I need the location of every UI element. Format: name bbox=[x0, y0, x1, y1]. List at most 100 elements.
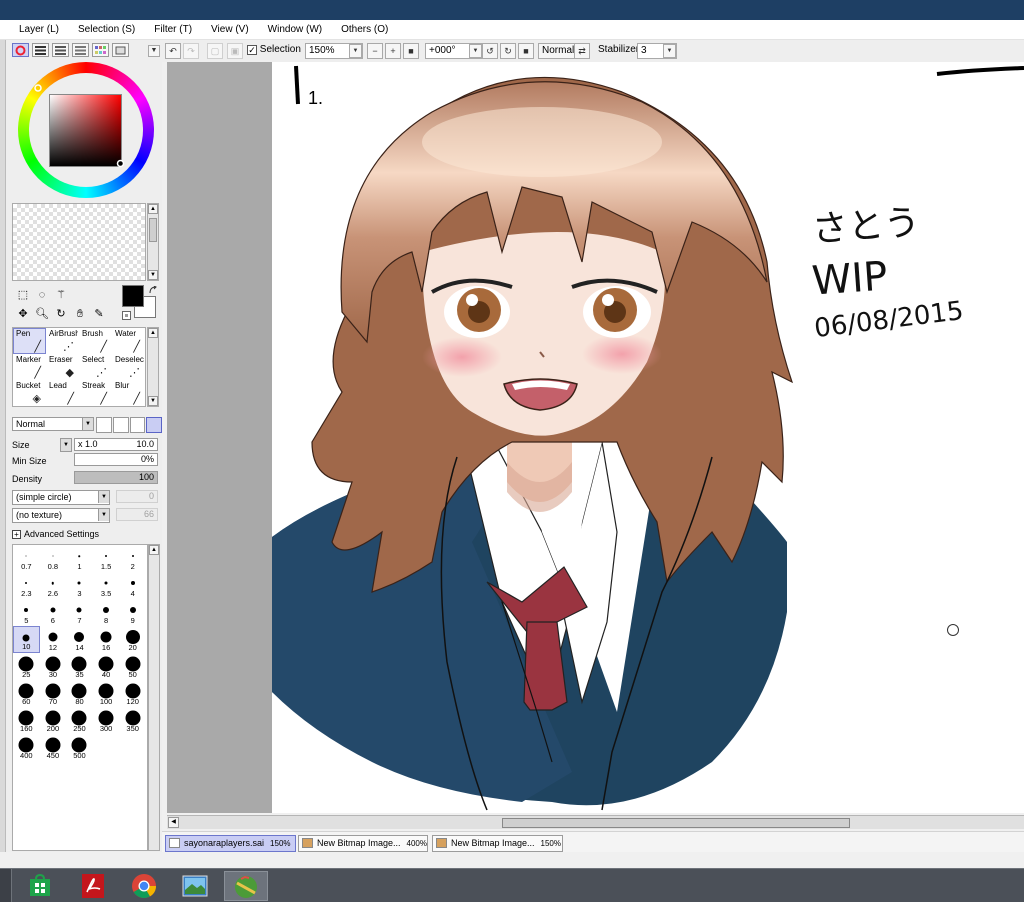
edge-shape-hard[interactable] bbox=[129, 417, 146, 433]
deselect-toolbar-icon[interactable]: ▢ bbox=[207, 43, 223, 59]
selection-toggle[interactable]: ✓ Selection bbox=[247, 43, 304, 59]
tool-airbrush[interactable]: AirBrush ⋰ bbox=[46, 328, 79, 354]
tool-streak[interactable]: Streak ╱ bbox=[79, 380, 112, 406]
brush-size-option[interactable]: 3 bbox=[66, 572, 93, 599]
edge-shape-medium[interactable] bbox=[112, 417, 129, 433]
menu-others[interactable]: Others (O) bbox=[341, 24, 388, 35]
brush-size-option[interactable]: 300 bbox=[93, 707, 120, 734]
brush-size-option[interactable]: 2.3 bbox=[13, 572, 40, 599]
zoom-reset-icon[interactable]: ■ bbox=[403, 43, 419, 59]
scroll-thumb[interactable] bbox=[502, 818, 850, 828]
eyedropper-icon[interactable]: ✎ bbox=[90, 306, 108, 322]
brush-size-option[interactable]: 100 bbox=[93, 680, 120, 707]
chevron-down-icon[interactable]: ▼ bbox=[469, 44, 482, 58]
hsv-slider-mode-icon[interactable] bbox=[52, 43, 69, 57]
brush-size-option[interactable]: 9 bbox=[119, 599, 146, 626]
brush-size-option[interactable]: 50 bbox=[119, 653, 146, 680]
scroll-left-icon[interactable]: ◀ bbox=[168, 817, 179, 828]
brush-size-option[interactable]: 0.7 bbox=[13, 545, 40, 572]
scroll-down-icon[interactable]: ▼ bbox=[148, 396, 158, 406]
brush-size-option[interactable]: 6 bbox=[40, 599, 67, 626]
selection-checkbox[interactable]: ✓ bbox=[247, 45, 257, 55]
size-unit-select[interactable]: ▼ bbox=[60, 438, 72, 452]
brush-size-option[interactable]: 4 bbox=[119, 572, 146, 599]
brush-texture-strength[interactable]: 66 bbox=[116, 508, 158, 521]
adobe-reader-icon[interactable] bbox=[71, 871, 115, 901]
undo-icon[interactable]: ↶ bbox=[165, 43, 181, 59]
chrome-icon[interactable] bbox=[122, 871, 166, 901]
brush-size-option[interactable]: 16 bbox=[93, 626, 120, 653]
primary-color[interactable] bbox=[122, 285, 144, 307]
menu-layer[interactable]: Layer (L) bbox=[19, 24, 59, 35]
edge-shape-soft[interactable] bbox=[96, 417, 112, 433]
brush-size-option[interactable]: 2.6 bbox=[40, 572, 67, 599]
tool-brush[interactable]: Brush ╱ bbox=[79, 328, 112, 354]
brush-size-option[interactable]: 250 bbox=[66, 707, 93, 734]
tool-blur[interactable]: Blur ╱ bbox=[112, 380, 145, 406]
saturation-value-square[interactable] bbox=[49, 94, 122, 167]
tool-bucket[interactable]: Bucket ◈ bbox=[13, 380, 46, 406]
scratchpad-scrollbar[interactable]: ▲ ▼ bbox=[147, 203, 159, 281]
panel-collapse-icon[interactable]: ▼ bbox=[148, 45, 160, 57]
scratchpad-mode-icon[interactable] bbox=[112, 43, 129, 57]
brush-size-option[interactable]: 14 bbox=[66, 626, 93, 653]
tool-deselect[interactable]: Deselect ⋰ bbox=[112, 354, 145, 380]
brush-size-option[interactable]: 120 bbox=[119, 680, 146, 707]
brush-size-option[interactable]: 2 bbox=[119, 545, 146, 572]
hand-icon[interactable]: ✋︎ bbox=[71, 306, 89, 322]
rect-select-icon[interactable]: ⬚ bbox=[14, 287, 32, 303]
zoom-icon[interactable]: 🔍︎ bbox=[33, 306, 51, 322]
brush-shape-select[interactable]: (simple circle) ▼ bbox=[12, 490, 110, 505]
swatches-mode-icon[interactable] bbox=[92, 43, 109, 57]
brush-size-option[interactable]: 40 bbox=[93, 653, 120, 680]
edge-shape-square[interactable] bbox=[146, 417, 162, 433]
scroll-up-icon[interactable]: ▲ bbox=[148, 328, 158, 338]
file-tab-1[interactable]: sayonaraplayers.sai 150% bbox=[165, 835, 296, 852]
zoom-in-icon[interactable]: + bbox=[385, 43, 401, 59]
chevron-down-icon[interactable]: ▼ bbox=[663, 44, 676, 58]
photo-viewer-icon[interactable] bbox=[173, 871, 217, 901]
brush-size-option[interactable]: 3.5 bbox=[93, 572, 120, 599]
brush-size-option[interactable]: 5 bbox=[13, 599, 40, 626]
redo-icon[interactable]: ↷ bbox=[183, 43, 199, 59]
brush-size-option[interactable]: 1.5 bbox=[93, 545, 120, 572]
tool-water[interactable]: Water ╱ bbox=[112, 328, 145, 354]
magic-wand-icon[interactable]: ⚚ bbox=[52, 287, 70, 303]
menu-selection[interactable]: Selection (S) bbox=[78, 24, 135, 35]
swap-colors-icon[interactable] bbox=[149, 286, 158, 295]
color-mix-mode-icon[interactable] bbox=[72, 43, 89, 57]
brush-size-option[interactable]: 20 bbox=[119, 626, 146, 653]
file-tab-3[interactable]: New Bitmap Image... 150% bbox=[432, 835, 563, 852]
rotate-reset-icon[interactable]: ■ bbox=[518, 43, 534, 59]
file-tab-2[interactable]: New Bitmap Image... 400% bbox=[298, 835, 428, 852]
windows-store-icon[interactable] bbox=[18, 871, 62, 901]
rotate-icon[interactable]: ↻ bbox=[52, 306, 70, 322]
menu-filter[interactable]: Filter (T) bbox=[154, 24, 192, 35]
brush-size-option[interactable]: 400 bbox=[13, 734, 40, 761]
brush-size-option[interactable]: 350 bbox=[119, 707, 146, 734]
brush-texture-select[interactable]: (no texture) ▼ bbox=[12, 508, 110, 523]
tool-lead[interactable]: Lead ╱ bbox=[46, 380, 79, 406]
paint-tool-sai-icon[interactable] bbox=[224, 871, 268, 901]
scroll-up-icon[interactable]: ▲ bbox=[148, 204, 158, 214]
tool-pen[interactable]: Pen ╱ bbox=[13, 328, 46, 354]
brush-size-option[interactable]: 1 bbox=[66, 545, 93, 572]
rgb-slider-mode-icon[interactable] bbox=[32, 43, 49, 57]
brush-size-option[interactable]: 30 bbox=[40, 653, 67, 680]
invert-selection-icon[interactable]: ▣ bbox=[227, 43, 243, 59]
view-blend-mode[interactable]: Normal bbox=[538, 43, 579, 59]
flip-horizontal-icon[interactable]: ⇄ bbox=[574, 43, 590, 59]
transparent-color-icon[interactable] bbox=[122, 311, 131, 320]
color-wheel-mode-icon[interactable] bbox=[12, 43, 29, 57]
brush-blend-select[interactable]: Normal ▼ bbox=[12, 417, 94, 431]
canvas-horizontal-scrollbar[interactable]: ◀ bbox=[167, 815, 1024, 829]
brush-size-option[interactable]: 8 bbox=[93, 599, 120, 626]
move-icon[interactable]: ✥ bbox=[14, 306, 32, 322]
chevron-down-icon[interactable]: ▼ bbox=[349, 44, 362, 58]
scroll-up-icon[interactable]: ▲ bbox=[149, 545, 159, 555]
menu-view[interactable]: View (V) bbox=[211, 24, 249, 35]
density-slider[interactable]: 100 bbox=[74, 471, 158, 484]
zoom-out-icon[interactable]: − bbox=[367, 43, 383, 59]
tool-select[interactable]: Select ⋰ bbox=[79, 354, 112, 380]
brush-size-option[interactable]: 7 bbox=[66, 599, 93, 626]
